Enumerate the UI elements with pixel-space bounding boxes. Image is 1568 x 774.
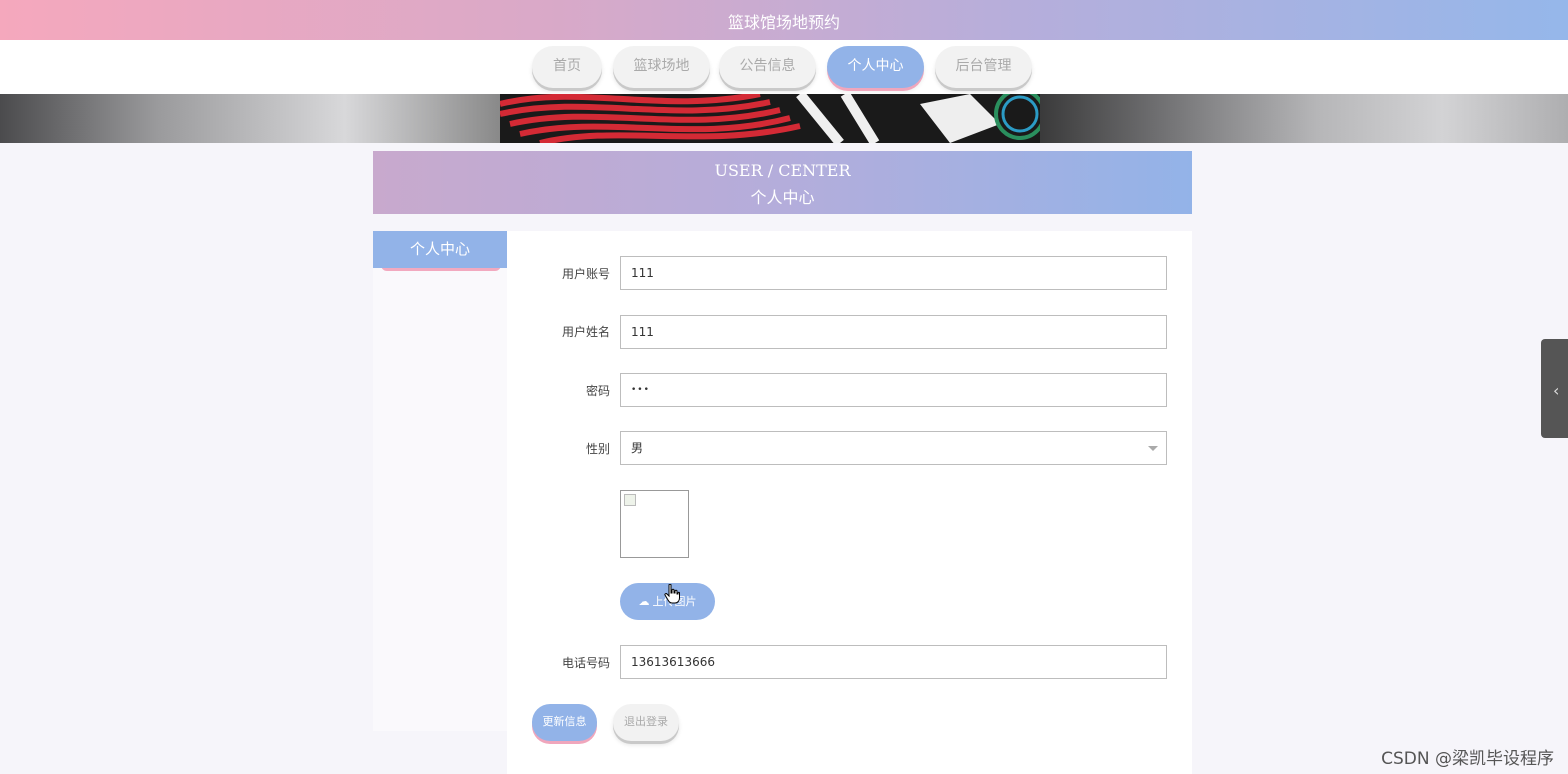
nav-announcements[interactable]: 公告信息 <box>719 46 816 88</box>
main-nav: 首页 篮球场地 公告信息 个人中心 后台管理 <box>0 40 1568 94</box>
name-label: 用户姓名 <box>561 325 610 339</box>
nav-user-center[interactable]: 个人中心 <box>827 46 924 88</box>
sidebar: 个人中心 <box>373 231 507 731</box>
section-title-zh: 个人中心 <box>750 188 815 207</box>
gender-label: 性别 <box>585 442 610 456</box>
password-field[interactable]: ••• <box>620 373 1167 407</box>
nav-admin[interactable]: 后台管理 <box>935 46 1032 88</box>
banner-image <box>0 94 1568 143</box>
sidebar-item-user-center[interactable]: 个人中心 <box>373 231 507 268</box>
phone-field[interactable]: 13613613666 <box>620 645 1167 679</box>
chevron-left-icon: ‹ <box>1553 381 1560 400</box>
gender-select[interactable]: 男 <box>620 431 1167 465</box>
chevron-down-icon <box>1148 446 1158 451</box>
form-panel <box>507 231 1192 774</box>
section-header: USER / CENTER 个人中心 <box>373 151 1192 214</box>
account-label: 用户账号 <box>561 267 610 281</box>
logout-button[interactable]: 退出登录 <box>613 704 679 741</box>
account-field[interactable]: 111 <box>620 256 1167 290</box>
phone-label: 电话号码 <box>561 656 610 670</box>
floating-side-toggle[interactable]: ‹ <box>1541 339 1568 438</box>
avatar-preview <box>620 490 689 558</box>
name-field[interactable]: 111 <box>620 315 1167 349</box>
nav-home[interactable]: 首页 <box>532 46 602 88</box>
cloud-upload-icon: ☁ <box>638 595 650 608</box>
password-label: 密码 <box>585 384 610 398</box>
site-title: 篮球馆场地预约 <box>727 13 840 32</box>
watermark: CSDN @梁凯毕设程序 <box>1381 749 1554 769</box>
banner-graphic <box>500 94 1040 143</box>
update-info-button[interactable]: 更新信息 <box>532 704 597 741</box>
nav-courts[interactable]: 篮球场地 <box>613 46 710 88</box>
gender-select-value: 男 <box>631 441 644 455</box>
broken-image-icon <box>624 494 636 506</box>
hand-cursor-icon <box>664 584 680 604</box>
section-title-en: USER / CENTER <box>714 161 851 180</box>
top-header-bar: 篮球馆场地预约 <box>0 0 1568 40</box>
